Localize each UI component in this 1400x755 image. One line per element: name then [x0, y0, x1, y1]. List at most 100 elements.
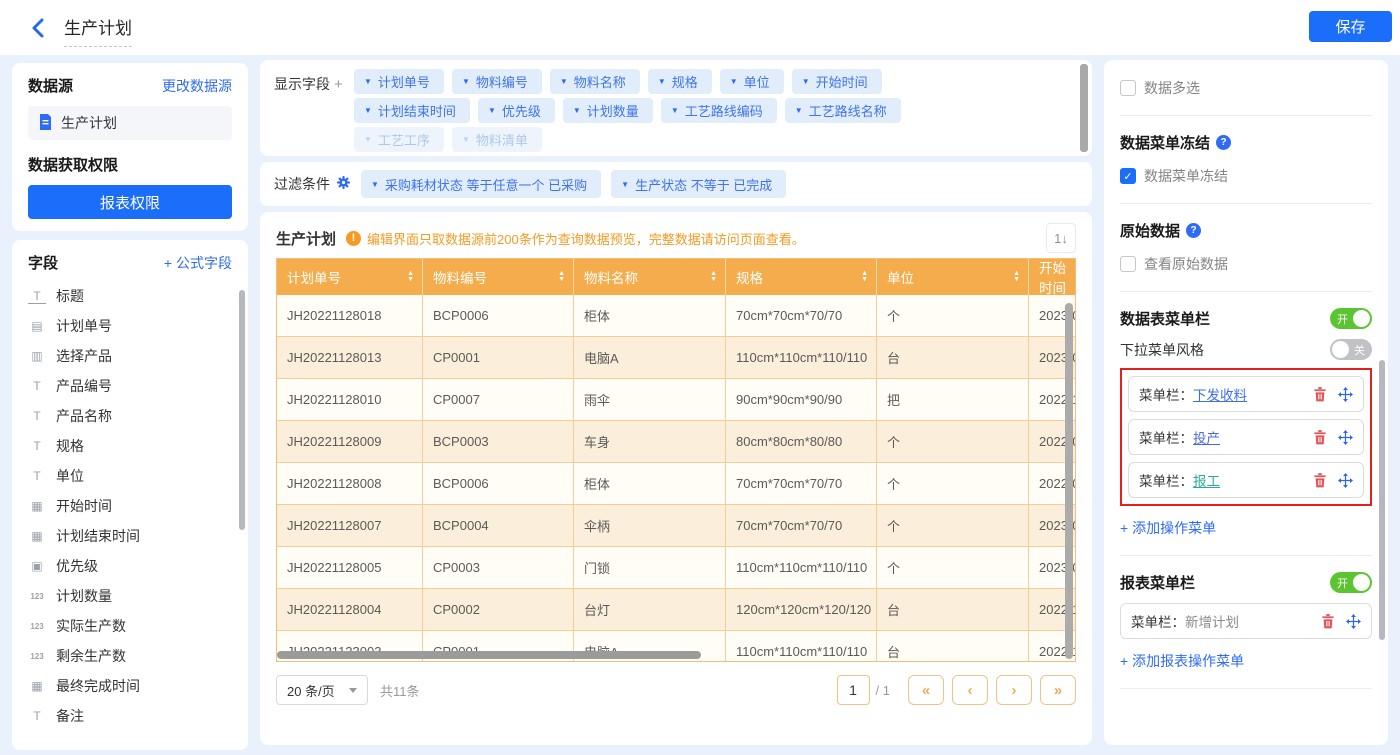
add-formula-field-link[interactable]: + 公式字段: [164, 253, 232, 273]
field-item[interactable]: T产品名称: [28, 401, 232, 431]
field-item[interactable]: T产品编号: [28, 371, 232, 401]
display-chip[interactable]: ▼物料名称: [550, 69, 640, 94]
prev-page-button[interactable]: ‹: [952, 675, 988, 705]
column-header[interactable]: 物料名称▲▼: [574, 259, 726, 295]
add-report-action-menu-link[interactable]: + 添加报表操作菜单: [1120, 651, 1372, 671]
display-chip[interactable]: ▼单位: [720, 69, 784, 94]
field-item[interactable]: ▥选择产品: [28, 341, 232, 371]
first-page-button[interactable]: «: [908, 675, 944, 705]
field-label: 剩余生产数: [56, 646, 126, 666]
field-item[interactable]: ▣优先级: [28, 551, 232, 581]
display-chip[interactable]: ▼规格: [648, 69, 712, 94]
field-item[interactable]: T单位: [28, 461, 232, 491]
filter-chip[interactable]: ▼生产状态 不等于 已完成: [611, 170, 786, 198]
display-chip-disabled[interactable]: ▼工艺工序: [354, 127, 444, 152]
display-chip[interactable]: ▼物料编号: [452, 69, 542, 94]
cell: CP0001: [423, 337, 574, 379]
column-header[interactable]: 物料编号▲▼: [423, 259, 574, 295]
display-fields-label: 显示字段+: [274, 69, 354, 147]
display-panel-scrollbar[interactable]: [1080, 64, 1088, 152]
trash-icon[interactable]: [1321, 614, 1335, 629]
sort-order-icon[interactable]: 1↓: [1046, 223, 1076, 253]
move-icon[interactable]: [1338, 387, 1353, 402]
cell: 70cm*70cm*70/70: [726, 505, 877, 547]
help-icon[interactable]: ?: [1216, 135, 1231, 150]
view-raw-data-checkbox[interactable]: [1120, 256, 1136, 272]
table-row: JH20221128007BCP0004伞柄70cm*70cm*70/70个20…: [277, 505, 1075, 547]
move-icon[interactable]: [1338, 473, 1353, 488]
display-chip[interactable]: ▼计划单号: [354, 69, 444, 94]
back-icon[interactable]: [28, 17, 50, 39]
field-item[interactable]: T规格: [28, 431, 232, 461]
help-icon[interactable]: ?: [1186, 223, 1201, 238]
page-size-select[interactable]: 20 条/页: [276, 675, 368, 705]
trash-icon[interactable]: [1313, 430, 1327, 445]
menu-link[interactable]: 投产: [1193, 427, 1220, 447]
field-item[interactable]: ▦计划结束时间: [28, 521, 232, 551]
column-header[interactable]: 规格▲▼: [726, 259, 877, 295]
report-permission-button[interactable]: 报表权限: [28, 185, 232, 219]
fields-scrollbar[interactable]: [239, 290, 245, 530]
display-chip[interactable]: ▼工艺路线名称: [785, 98, 901, 123]
display-chip[interactable]: ▼开始时间: [792, 69, 882, 94]
next-page-button[interactable]: ›: [996, 675, 1032, 705]
field-item[interactable]: 123实际生产数: [28, 611, 232, 641]
move-icon[interactable]: [1338, 430, 1353, 445]
field-label: 优先级: [56, 556, 98, 576]
page-number-input[interactable]: 1: [837, 675, 870, 705]
table-row: JH20221128018BCP0006柜体70cm*70cm*70/70个20…: [277, 295, 1075, 337]
menu-item-row: 菜单栏： 报工: [1128, 462, 1364, 498]
field-item[interactable]: ▤计划单号: [28, 311, 232, 341]
menu-item-row: 菜单栏： 下发收料: [1128, 376, 1364, 412]
column-header[interactable]: 单位▲▼: [877, 259, 1029, 295]
cell: 70cm*70cm*70/70: [726, 295, 877, 337]
settings-panel: 数据多选 数据菜单冻结 ? ✓ 数据菜单冻结 原始数据 ? 查看原始数据 数据表…: [1104, 60, 1388, 745]
column-header[interactable]: 计划单号▲▼: [277, 259, 423, 295]
table-horizontal-scrollbar[interactable]: [277, 651, 701, 659]
sort-arrows-icon[interactable]: ▲▼: [710, 271, 717, 283]
trash-icon[interactable]: [1313, 387, 1327, 402]
settings-scrollbar[interactable]: [1379, 360, 1385, 640]
add-display-field-icon[interactable]: +: [334, 76, 343, 93]
gear-icon[interactable]: [336, 175, 351, 193]
last-page-button[interactable]: »: [1040, 675, 1076, 705]
datasource-item[interactable]: 生产计划: [28, 106, 232, 140]
sort-arrows-icon[interactable]: ▲▼: [558, 271, 565, 283]
trash-icon[interactable]: [1313, 473, 1327, 488]
sort-arrows-icon[interactable]: ▲▼: [861, 271, 868, 283]
field-item[interactable]: T标题: [28, 281, 232, 311]
sort-arrows-icon[interactable]: ▲▼: [1013, 271, 1020, 283]
field-item[interactable]: T备注: [28, 701, 232, 731]
menu-link[interactable]: 下发收料: [1193, 384, 1247, 404]
table-vertical-scrollbar[interactable]: [1065, 303, 1073, 659]
save-button[interactable]: 保存: [1309, 11, 1392, 42]
table-menu-toggle[interactable]: 开: [1330, 308, 1372, 329]
move-icon[interactable]: [1346, 614, 1361, 629]
freeze-checkbox[interactable]: ✓: [1120, 168, 1136, 184]
display-chip-disabled[interactable]: ▼物料清单: [452, 127, 542, 152]
cell: JH20221128008: [277, 463, 423, 505]
menu-link[interactable]: 新增计划: [1185, 611, 1239, 631]
chip-label: 工艺工序: [378, 130, 430, 149]
report-menu-toggle[interactable]: 开: [1330, 572, 1372, 593]
display-chip[interactable]: ▼计划数量: [563, 98, 653, 123]
add-action-menu-link[interactable]: + 添加操作菜单: [1120, 518, 1372, 538]
warning-icon: !: [346, 231, 361, 246]
access-title: 数据获取权限: [28, 154, 232, 175]
field-item[interactable]: ▦最终完成时间: [28, 671, 232, 701]
dropdown-style-toggle[interactable]: 关: [1330, 339, 1372, 360]
cell: 台: [877, 631, 1029, 662]
change-datasource-link[interactable]: 更改数据源: [162, 76, 232, 96]
column-header[interactable]: 开始时间: [1029, 259, 1075, 295]
display-chip[interactable]: ▼计划结束时间: [354, 98, 470, 123]
field-item[interactable]: ▦开始时间: [28, 491, 232, 521]
field-item[interactable]: 123剩余生产数: [28, 641, 232, 671]
display-chip[interactable]: ▼工艺路线编码: [661, 98, 777, 123]
cell: 个: [877, 295, 1029, 337]
menu-link[interactable]: 报工: [1193, 470, 1220, 490]
multi-select-checkbox[interactable]: [1120, 80, 1136, 96]
field-item[interactable]: 123计划数量: [28, 581, 232, 611]
display-chip[interactable]: ▼优先级: [478, 98, 555, 123]
sort-arrows-icon[interactable]: ▲▼: [407, 271, 414, 283]
filter-chip[interactable]: ▼采购耗材状态 等于任意一个 已采购: [361, 170, 601, 198]
